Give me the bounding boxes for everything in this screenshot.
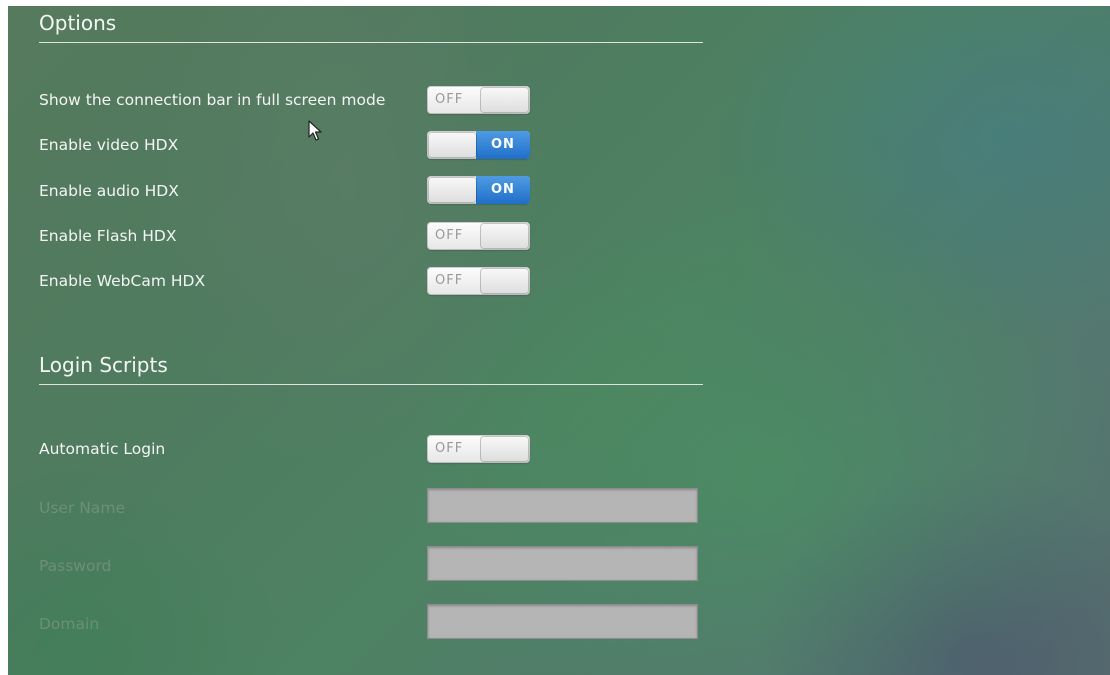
video-hdx-toggle[interactable]: ON [427,131,530,159]
toggle-state-text: OFF [435,441,464,456]
toggle-state-text: OFF [435,273,464,288]
webcam-hdx-label: Enable WebCam HDX [39,272,206,290]
login-scripts-section-title: Login Scripts [39,352,703,385]
toggle-knob [429,178,476,202]
options-section-title: Options [39,10,703,43]
audio-hdx-toggle[interactable]: ON [427,176,530,204]
settings-panel: Options Show the connection bar in full … [8,6,1110,675]
user-name-field[interactable] [427,488,698,523]
webcam-hdx-toggle[interactable]: OFF [427,267,530,295]
domain-field[interactable] [427,604,698,639]
domain-label: Domain [39,615,100,633]
connection-bar-toggle[interactable]: OFF [427,86,530,114]
toggle-state-text: ON [491,137,515,152]
toggle-knob [481,269,528,293]
flash-hdx-label: Enable Flash HDX [39,227,177,245]
connection-bar-label: Show the connection bar in full screen m… [39,91,386,109]
video-hdx-label: Enable video HDX [39,136,179,154]
toggle-knob [481,88,528,112]
password-field[interactable] [427,546,698,581]
audio-hdx-label: Enable audio HDX [39,182,179,200]
password-label: Password [39,557,112,575]
toggle-state-text: OFF [435,228,464,243]
toggle-state-text: OFF [435,92,464,107]
automatic-login-toggle[interactable]: OFF [427,435,530,463]
toggle-state-text: ON [491,182,515,197]
mouse-pointer-icon [308,120,322,141]
flash-hdx-toggle[interactable]: OFF [427,222,530,250]
toggle-knob [481,437,528,461]
toggle-knob [481,224,528,248]
toggle-knob [429,133,476,157]
user-name-label: User Name [39,499,125,517]
automatic-login-label: Automatic Login [39,440,166,458]
